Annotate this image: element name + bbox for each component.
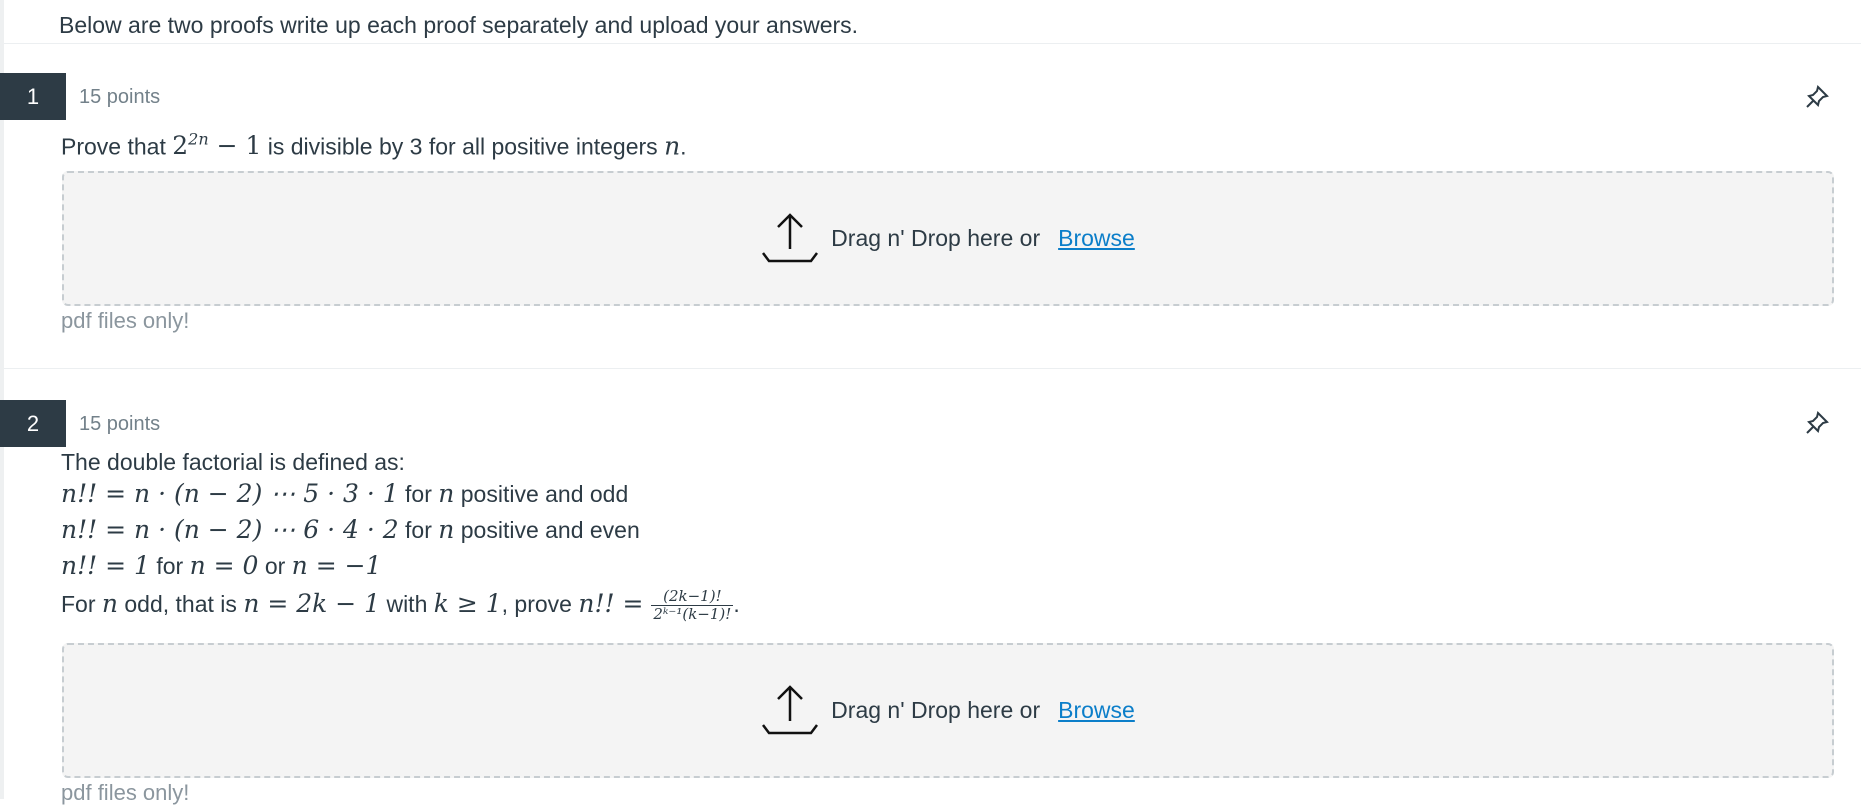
file-type-note: pdf files only! — [61, 308, 190, 333]
file-dropzone[interactable]: Drag n' Drop here or Browse — [62, 171, 1834, 306]
fraction: (2k−1)! 2ᵏ⁻¹(k−1)! — [651, 587, 734, 624]
upload-arrow-icon — [762, 684, 819, 734]
file-dropzone[interactable]: Drag n' Drop here or Browse — [62, 643, 1834, 778]
upload-arrow-icon — [762, 212, 819, 262]
dropzone-label: Drag n' Drop here or — [831, 225, 1041, 251]
question-points: 15 points — [79, 86, 161, 108]
proof-statement: For n odd, that is n = 2k − 1 with k ≥ 1… — [61, 587, 740, 624]
question-number: 1 — [0, 73, 66, 120]
question-points: 15 points — [79, 413, 161, 435]
definition-base: n!! = 1 for n = 0 or n = −1 — [61, 551, 382, 580]
pin-icon[interactable] — [1803, 83, 1831, 111]
question-intro-line: The double factorial is defined as: — [61, 449, 405, 475]
definition-even: n!! = n · (n − 2) ⋯ 6 · 4 · 2 for n posi… — [61, 515, 640, 544]
dropzone-label: Drag n' Drop here or — [831, 697, 1041, 723]
browse-link[interactable]: Browse — [1058, 225, 1135, 252]
question-prompt: Prove that 22n − 1 is divisible by 3 for… — [61, 130, 687, 161]
file-type-note: pdf files only! — [61, 780, 190, 805]
question-number: 2 — [0, 400, 66, 447]
instructions-text: Below are two proofs write up each proof… — [59, 12, 859, 38]
divider — [4, 43, 1861, 44]
definition-odd: n!! = n · (n − 2) ⋯ 5 · 3 · 1 for n posi… — [61, 479, 629, 508]
browse-link[interactable]: Browse — [1058, 697, 1135, 724]
pin-icon[interactable] — [1803, 409, 1831, 437]
divider — [4, 368, 1861, 369]
